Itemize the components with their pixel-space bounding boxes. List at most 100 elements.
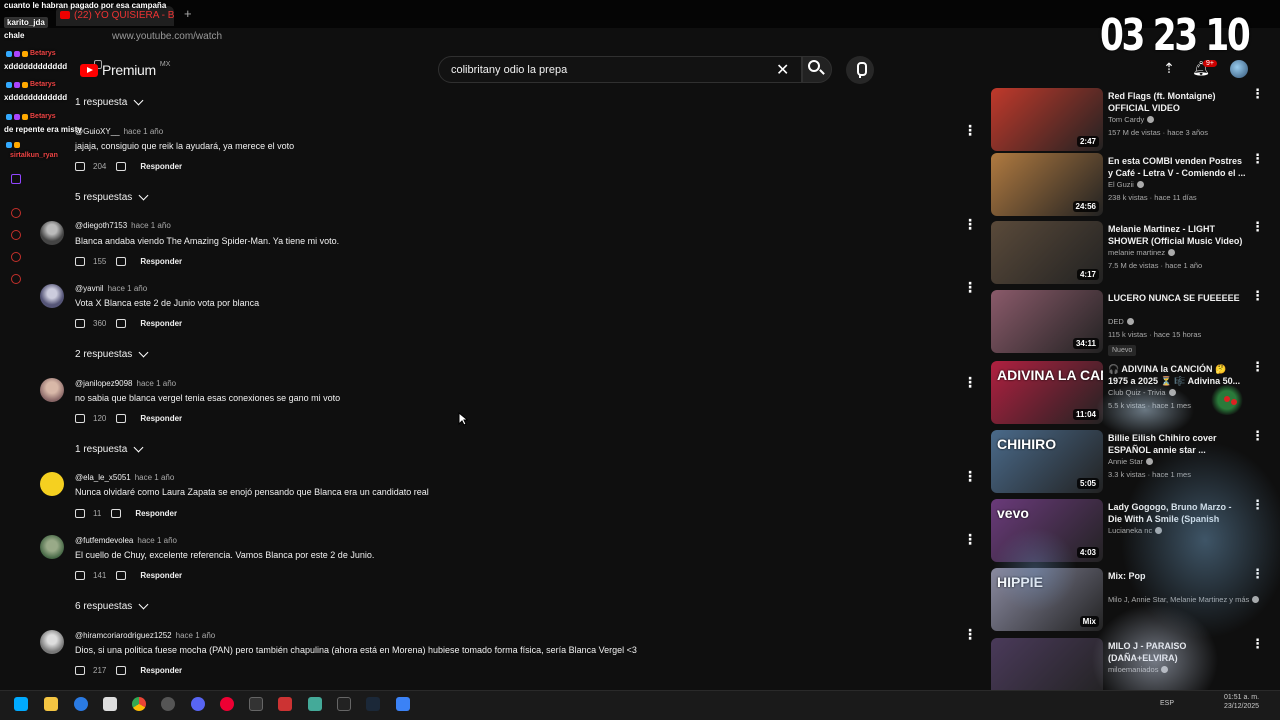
file-explorer-icon[interactable] [44,697,58,711]
clear-search-icon[interactable]: ✕ [776,60,789,80]
steam-icon[interactable] [366,697,380,711]
app-icon[interactable] [396,697,410,711]
voice-search-button[interactable] [846,56,874,84]
comment-author[interactable]: @futfemdevolea [75,536,133,545]
avatar[interactable] [40,221,64,245]
comment-menu-icon[interactable] [963,468,977,485]
comment-time[interactable]: hace 1 año [131,221,171,230]
reply-button[interactable]: Responder [135,509,177,518]
video-menu-icon[interactable] [1251,497,1264,513]
dislike-icon[interactable] [111,509,122,518]
video-thumbnail[interactable]: CHIHIRO 5:05 [991,430,1103,493]
comment-time[interactable]: hace 1 año [137,536,177,545]
comment-author[interactable]: @ela_le_x5051 [75,473,131,482]
language-indicator[interactable]: ESP [1160,700,1174,707]
app-icon[interactable] [103,697,117,711]
dislike-icon[interactable] [116,571,127,580]
video-menu-icon[interactable] [1251,219,1264,235]
like-icon[interactable] [75,319,85,328]
settings-icon[interactable] [11,274,21,284]
url-text[interactable]: www.youtube.com/watch [112,31,222,42]
windows-start-icon[interactable] [14,697,28,711]
video-title[interactable]: MILO J - PARAISO (DAÑA+ELVIRA) [1108,640,1246,664]
reply-button[interactable]: Responder [140,162,182,171]
video-menu-icon[interactable] [1251,288,1264,304]
video-menu-icon[interactable] [1251,428,1264,444]
comment-time[interactable]: hace 1 año [108,284,148,293]
app-icon[interactable] [249,697,263,711]
comment-time[interactable]: hace 1 año [176,631,216,640]
channel-name[interactable]: melanie martinez [1108,248,1176,257]
replies-toggle[interactable]: 5 respuestas [75,190,149,203]
twitch-icon[interactable] [11,174,21,184]
comment-time[interactable]: hace 1 año [135,473,175,482]
video-thumbnail[interactable]: ADIVINA LA CANCIÓN 11:04 [991,361,1103,424]
reply-button[interactable]: Responder [140,414,182,423]
clip-icon[interactable] [11,252,21,262]
channel-name[interactable]: Milo J, Annie Star, Melanie Martinez y m… [1108,595,1260,604]
system-clock[interactable]: 01:51 a. m. 23/12/2025 [1224,693,1259,711]
notepad-icon[interactable] [308,697,322,711]
video-menu-icon[interactable] [1251,359,1264,375]
comment-author[interactable]: @yavnil [75,284,104,293]
circle-icon[interactable] [11,208,21,218]
dislike-icon[interactable] [116,257,127,266]
comment-menu-icon[interactable] [963,122,977,139]
video-title[interactable]: Lady Gogogo, Bruno Marzo - Die With A Sm… [1108,501,1246,525]
avatar[interactable] [40,284,64,308]
video-title[interactable]: Melanie Martinez - LIGHT SHOWER (Officia… [1108,223,1246,247]
chrome-icon[interactable] [132,697,146,711]
like-icon[interactable] [75,257,85,266]
epic-games-icon[interactable] [337,697,351,711]
video-title[interactable]: Red Flags (ft. Montaigne) OFFICIAL VIDEO [1108,90,1246,114]
search-input[interactable]: colibritany odio la prepa [438,56,802,83]
reply-button[interactable]: Responder [140,666,182,675]
app-icon[interactable] [161,697,175,711]
reply-button[interactable]: Responder [140,319,182,328]
comment-menu-icon[interactable] [963,374,977,391]
like-icon[interactable] [75,162,85,171]
video-thumbnail[interactable]: 34:11 [991,290,1103,353]
upload-icon[interactable]: ⇡ [1160,60,1178,78]
comment-menu-icon[interactable] [963,279,977,296]
opera-icon[interactable] [220,697,234,711]
replies-toggle[interactable]: 6 respuestas [75,599,149,612]
video-thumbnail[interactable]: 4:17 [991,221,1103,284]
video-thumbnail[interactable]: 2:47 [991,88,1103,151]
account-avatar[interactable] [1230,60,1248,78]
dislike-icon[interactable] [116,162,127,171]
channel-name[interactable]: El Guzii [1108,180,1144,189]
comment-author[interactable]: @janilopez9098 [75,379,133,388]
dislike-icon[interactable] [116,319,127,328]
video-title[interactable]: Billie Eilish Chihiro cover ESPAÑOL anni… [1108,432,1246,456]
history-icon[interactable] [11,230,21,240]
comment-author[interactable]: @diegoth7153 [75,221,127,230]
comment-menu-icon[interactable] [963,531,977,548]
video-title[interactable]: 🎧 ADIVINA la CANCIÓN 🤔 1975 a 2025 ⏳ 🎼 A… [1108,363,1246,387]
channel-name[interactable]: DED [1108,317,1134,326]
reply-button[interactable]: Responder [140,257,182,266]
video-title[interactable]: En esta COMBI venden Postres y Café - Le… [1108,155,1246,179]
video-thumbnail[interactable]: HIPPIE Mix [991,568,1103,631]
replies-toggle[interactable]: 1 respuesta [75,442,144,455]
video-menu-icon[interactable] [1251,151,1264,167]
replies-toggle[interactable]: 1 respuesta [75,95,144,108]
comment-author[interactable]: @hiramcoriarodriguez1252 [75,631,172,640]
dislike-icon[interactable] [116,666,127,675]
video-menu-icon[interactable] [1251,566,1264,582]
app-icon[interactable] [278,697,292,711]
avatar[interactable] [40,630,64,654]
discord-icon[interactable] [191,697,205,711]
app-icon[interactable] [74,697,88,711]
new-tab-button[interactable]: + [184,6,192,21]
comment-time[interactable]: hace 1 año [124,127,164,136]
comment-menu-icon[interactable] [963,216,977,233]
video-thumbnail[interactable]: vevo 4:03 [991,499,1103,562]
channel-name[interactable]: Club Quiz - Trivia [1108,388,1176,397]
video-menu-icon[interactable] [1251,636,1264,652]
like-icon[interactable] [75,509,85,518]
like-icon[interactable] [75,571,85,580]
channel-name[interactable]: Lucianeka nc [1108,526,1163,535]
replies-toggle[interactable]: 2 respuestas [75,347,149,360]
like-icon[interactable] [75,414,85,423]
